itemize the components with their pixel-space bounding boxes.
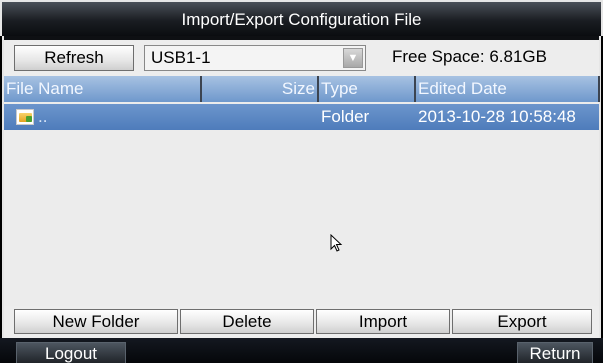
footer-bar: Logout Return <box>0 338 603 363</box>
import-export-dialog: Import/Export Configuration File Refresh… <box>0 0 603 363</box>
file-edited-date-cell: 2013-10-28 10:58:48 <box>418 107 576 126</box>
dialog-title: Import/Export Configuration File <box>0 0 603 36</box>
device-select-value: USB1-1 <box>151 48 211 67</box>
chevron-down-icon[interactable]: ▼ <box>343 48 363 68</box>
device-select[interactable]: USB1-1 ▼ <box>144 45 366 71</box>
mouse-cursor-icon <box>330 234 343 252</box>
logout-button[interactable]: Logout <box>16 342 126 363</box>
column-header-edited-date[interactable]: Edited Date <box>416 76 600 102</box>
new-folder-button[interactable]: New Folder <box>14 309 178 334</box>
free-space-label: Free Space: 6.81GB <box>392 47 547 66</box>
delete-button[interactable]: Delete <box>180 309 314 334</box>
file-name-cell: .. <box>38 107 48 126</box>
folder-icon <box>16 109 34 125</box>
action-bar: New Folder Delete Import Export <box>2 306 601 338</box>
column-header-size[interactable]: Size <box>202 76 319 102</box>
import-button[interactable]: Import <box>316 309 450 334</box>
file-list[interactable]: File Name Size Type Edited Date .. Folde… <box>2 76 601 306</box>
column-header-type[interactable]: Type <box>319 76 416 102</box>
table-row[interactable]: .. Folder 2013-10-28 10:58:48 <box>4 104 599 130</box>
toolbar: Refresh USB1-1 ▼ Free Space: 6.81GB <box>2 36 601 76</box>
refresh-button[interactable]: Refresh <box>14 45 134 71</box>
return-button[interactable]: Return <box>517 342 593 363</box>
file-list-header: File Name Size Type Edited Date <box>4 76 600 102</box>
file-type-cell: Folder <box>321 107 370 126</box>
export-button[interactable]: Export <box>452 309 592 334</box>
column-header-file-name[interactable]: File Name <box>4 76 202 102</box>
